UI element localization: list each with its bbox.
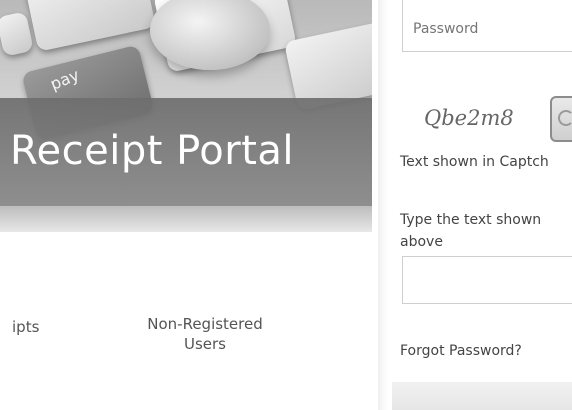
password-input[interactable] [411,20,572,38]
type-text-label: Type the text shown [400,212,542,228]
captcha-refresh-button[interactable] [550,96,572,142]
portal-banner: pay Receipt Portal [0,0,372,232]
password-field[interactable] [402,0,572,52]
panel-divider [378,0,388,410]
captcha-input-field[interactable] [402,256,572,304]
keyboard-key [283,19,372,111]
refresh-icon [558,110,572,126]
captcha-image-text: Qbe2m8 [424,106,514,130]
captcha-input[interactable] [409,260,572,302]
type-text-label-cont: above [400,234,443,250]
captcha-label: Text shown in Captch [400,154,549,170]
keyboard-key [0,11,34,57]
login-panel: Qbe2m8 Text shown in Captch Type the tex… [392,0,572,410]
keyboard-key [24,0,156,52]
tab-receipts[interactable]: ipts [12,317,39,337]
panel-footer-strip [392,382,572,410]
page-title: Receipt Portal [10,128,295,174]
forgot-password-link[interactable]: Forgot Password? [400,342,522,360]
tab-non-registered-users[interactable]: Non-Registered Users [130,314,280,354]
